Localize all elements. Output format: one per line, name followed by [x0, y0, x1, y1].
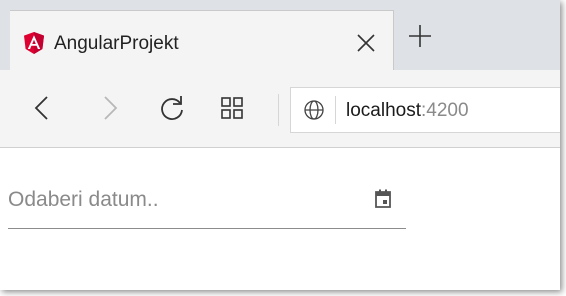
datepicker-field — [8, 176, 406, 230]
url-host: localhost — [346, 100, 421, 121]
url-text[interactable]: localhost:4200 — [346, 100, 469, 122]
angular-logo-icon — [24, 32, 44, 54]
forward-icon[interactable] — [96, 94, 124, 122]
input-underline — [8, 228, 406, 229]
browser-toolbar: localhost:4200 — [0, 70, 560, 148]
calendar-icon[interactable] — [372, 188, 394, 210]
grid-icon[interactable] — [218, 94, 246, 122]
page-content — [0, 148, 560, 290]
plus-icon[interactable] — [406, 22, 434, 50]
address-bar[interactable]: localhost:4200 — [290, 87, 560, 133]
toolbar-separator — [278, 94, 279, 126]
browser-window: AngularProjekt localhost:4200 Odaberi da… — [0, 0, 560, 290]
address-divider — [335, 96, 336, 124]
date-input[interactable] — [8, 176, 348, 224]
close-icon[interactable] — [354, 31, 378, 55]
tab-title: AngularProjekt — [54, 33, 179, 54]
url-port: :4200 — [421, 100, 469, 121]
tab-strip: AngularProjekt — [0, 0, 560, 70]
reload-icon[interactable] — [158, 94, 186, 122]
back-icon[interactable] — [28, 94, 56, 122]
tab-angularprojekt[interactable]: AngularProjekt — [10, 10, 394, 70]
globe-icon[interactable] — [303, 99, 325, 121]
screenshot: AngularProjekt localhost:4200 Odaberi da… — [0, 0, 566, 296]
